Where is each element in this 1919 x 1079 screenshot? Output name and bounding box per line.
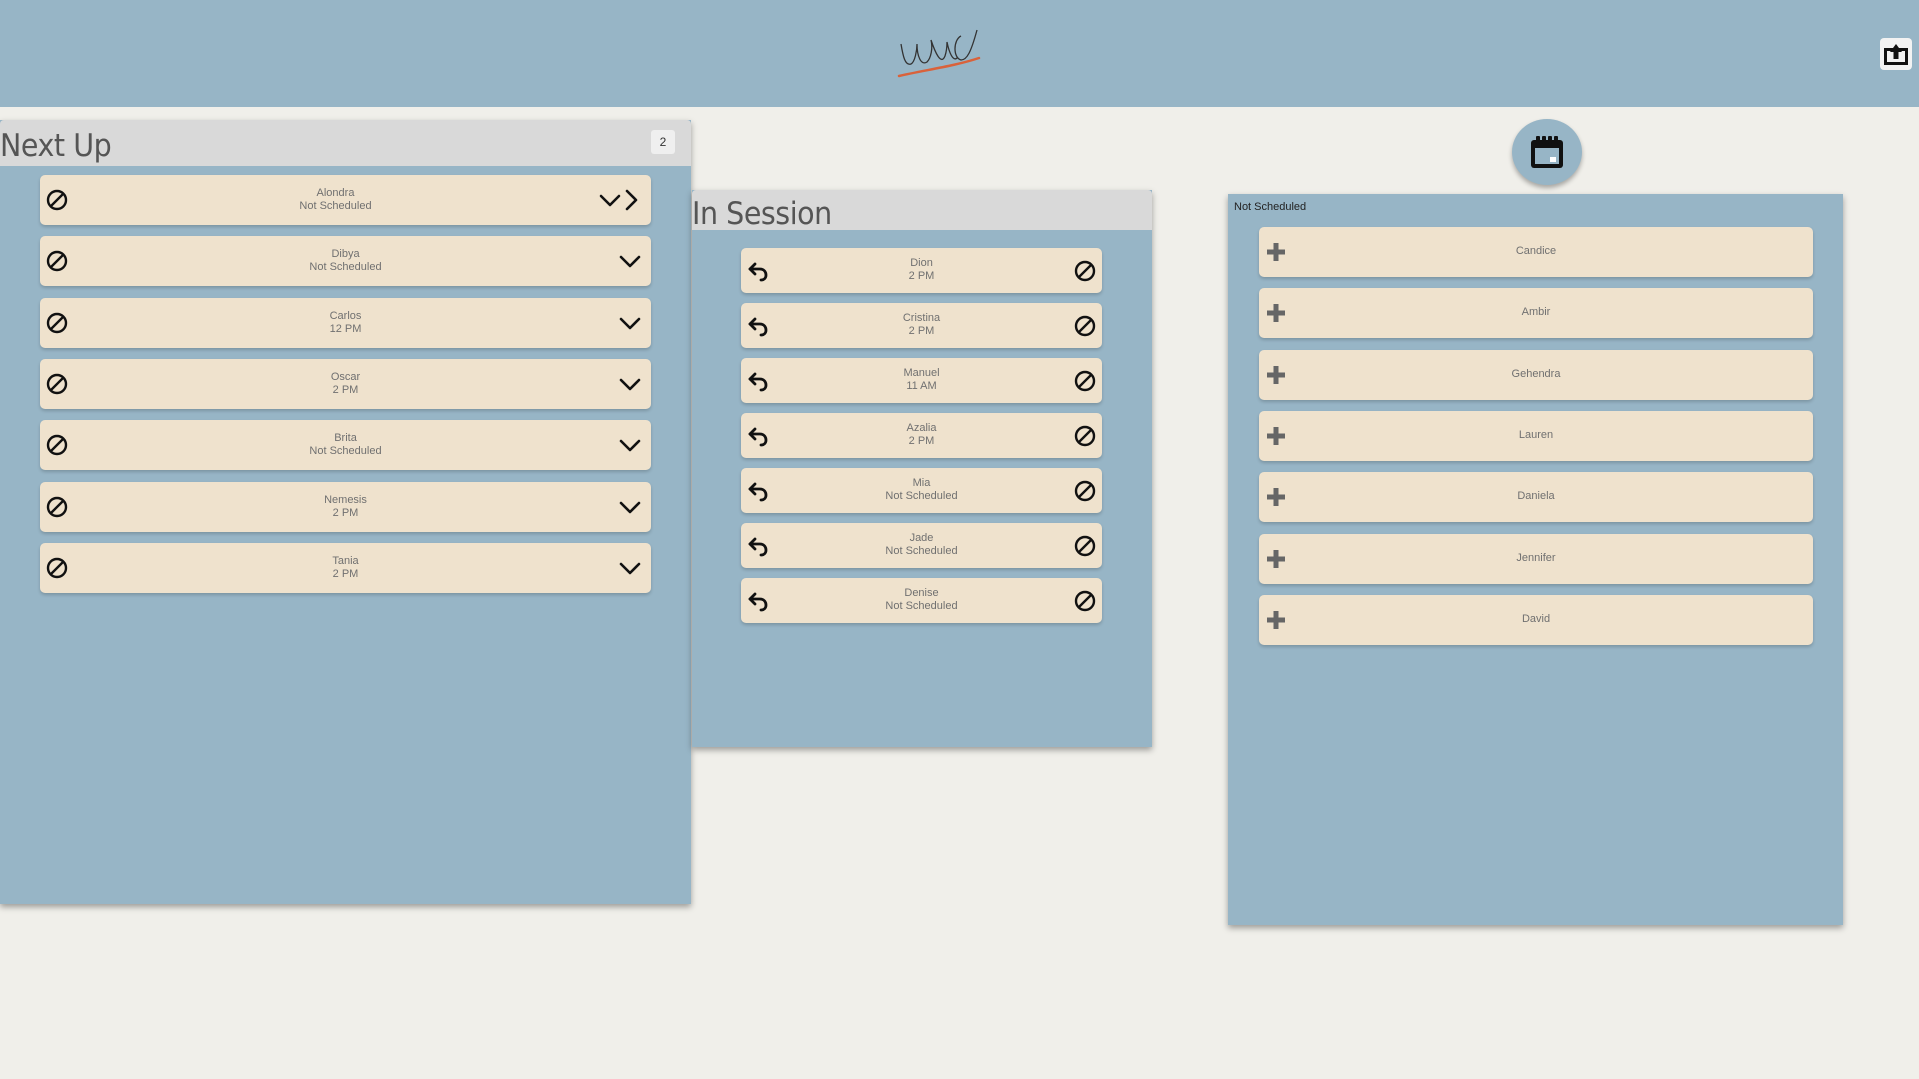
person-name: Tania <box>332 554 359 567</box>
chevron-down-icon[interactable] <box>618 372 642 396</box>
not-scheduled-card[interactable]: Ambir <box>1259 288 1813 339</box>
in-session-card[interactable]: Manuel 11 AM <box>741 358 1102 403</box>
person-name: Oscar <box>330 370 361 383</box>
next-up-card[interactable]: Carlos 12 PM <box>40 297 651 348</box>
not-scheduled-card[interactable]: Gehendra <box>1259 349 1813 400</box>
appointment-time: 2 PM <box>908 325 935 337</box>
appointment-time: 2 PM <box>332 383 359 396</box>
appointment-time: Not Scheduled <box>885 545 958 557</box>
not-scheduled-card[interactable]: Daniela <box>1259 472 1813 523</box>
next-up-card[interactable]: Dibya Not Scheduled <box>40 236 651 287</box>
top-bar <box>0 0 1919 107</box>
in-session-title: In Session <box>692 196 832 232</box>
not-scheduled-card[interactable]: David <box>1259 594 1813 645</box>
person-name: Nemesis <box>324 493 367 506</box>
chevron-down-icon[interactable] <box>618 556 642 580</box>
in-session-card[interactable]: Cristina 2 PM <box>741 303 1102 348</box>
appointment-time: Not Scheduled <box>309 261 382 274</box>
person-name: Dibya <box>331 248 360 261</box>
next-up-title: Next Up <box>0 128 112 164</box>
person-name: Lauren <box>1518 428 1554 441</box>
next-up-card[interactable]: Nemesis 2 PM <box>40 481 651 532</box>
cancel-icon[interactable] <box>1073 259 1097 283</box>
cancel-icon[interactable] <box>1073 589 1097 613</box>
person-name: Jade <box>909 532 934 544</box>
appointment-time: 11 AM <box>906 380 937 392</box>
appointment-time: 2 PM <box>332 567 359 580</box>
person-name: Mia <box>912 477 931 489</box>
logo <box>897 29 981 78</box>
appointment-time: Not Scheduled <box>309 445 382 458</box>
person-name: Carlos <box>329 309 362 322</box>
cancel-icon[interactable] <box>1073 314 1097 338</box>
in-session-card[interactable]: Denise Not Scheduled <box>741 578 1102 623</box>
appointment-time: 12 PM <box>329 322 362 335</box>
person-name: Azalia <box>906 422 937 434</box>
person-name: Gehendra <box>1511 367 1561 380</box>
next-up-card[interactable]: Oscar 2 PM <box>40 358 651 409</box>
person-name: Daniela <box>1517 490 1555 503</box>
person-name: Candice <box>1515 245 1557 257</box>
chevron-down-icon[interactable] <box>618 433 642 457</box>
cancel-icon[interactable] <box>1073 424 1097 448</box>
calendar-button[interactable] <box>1512 119 1582 185</box>
export-button[interactable] <box>1880 38 1912 70</box>
person-name: Manuel <box>903 367 940 379</box>
person-name: David <box>1521 612 1551 625</box>
not-scheduled-card[interactable]: Candice <box>1259 227 1813 277</box>
in-session-card[interactable]: Mia Not Scheduled <box>741 468 1102 513</box>
person-name: Jennifer <box>1516 551 1556 564</box>
next-up-card[interactable]: Tania 2 PM <box>40 542 651 593</box>
chevron-down-icon[interactable] <box>618 495 642 519</box>
appointment-time: Not Scheduled <box>299 200 372 212</box>
person-name: Denise <box>904 587 939 599</box>
in-session-card[interactable]: Dion 2 PM <box>741 248 1102 293</box>
calendar-icon <box>1531 136 1563 168</box>
not-scheduled-title: Not Scheduled <box>1234 201 1307 213</box>
chevron-right-icon[interactable] <box>619 188 643 212</box>
next-up-count-badge: 2 <box>651 130 675 154</box>
chevron-down-icon[interactable] <box>618 249 642 273</box>
cancel-icon[interactable] <box>1073 479 1097 503</box>
appointment-time: Not Scheduled <box>885 490 958 502</box>
appointment-time: 2 PM <box>908 435 935 447</box>
appointment-time: 2 PM <box>332 506 359 519</box>
appointment-time: Not Scheduled <box>885 600 958 612</box>
next-up-card[interactable]: Brita Not Scheduled <box>40 420 651 471</box>
person-name: Cristina <box>902 312 941 324</box>
cancel-icon[interactable] <box>1073 369 1097 393</box>
person-name: Ambir <box>1521 306 1551 319</box>
appointment-time: 2 PM <box>908 270 935 282</box>
person-name: Brita <box>334 432 357 445</box>
not-scheduled-card[interactable]: Jennifer <box>1259 533 1813 584</box>
chevron-down-icon[interactable] <box>618 311 642 335</box>
next-up-card[interactable]: Alondra Not Scheduled <box>40 175 651 225</box>
in-session-card[interactable]: Azalia 2 PM <box>741 413 1102 458</box>
export-icon <box>1884 44 1908 65</box>
person-name: Dion <box>910 257 933 269</box>
in-session-card[interactable]: Jade Not Scheduled <box>741 523 1102 568</box>
cancel-icon[interactable] <box>1073 534 1097 558</box>
not-scheduled-card[interactable]: Lauren <box>1259 410 1813 461</box>
person-name: Alondra <box>316 187 355 199</box>
